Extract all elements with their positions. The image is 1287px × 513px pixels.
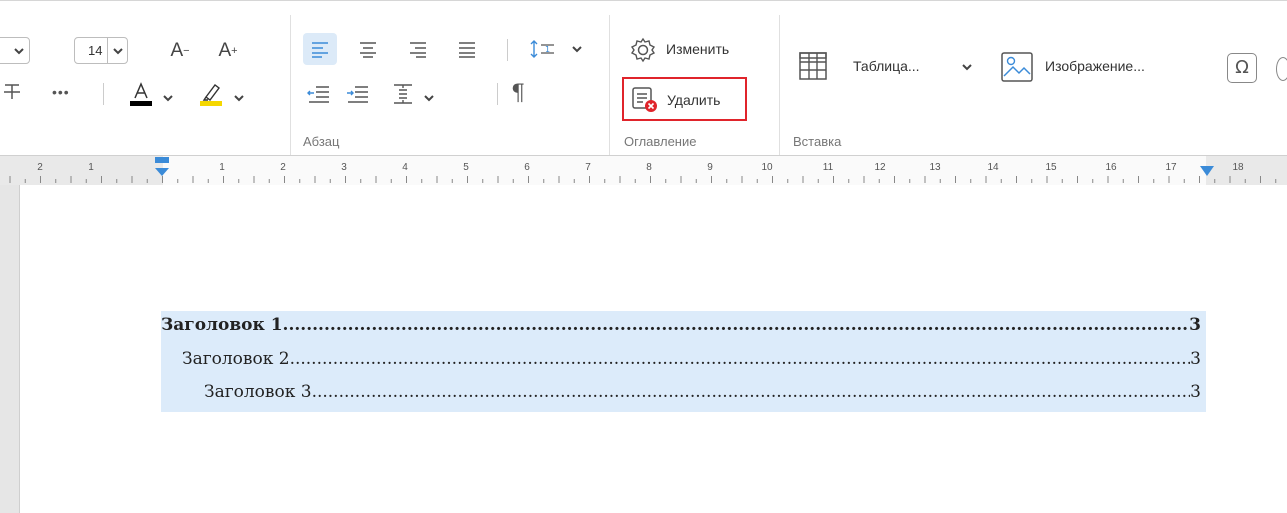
- right-indent-marker-icon[interactable]: [1198, 164, 1216, 178]
- horizontal-ruler[interactable]: 2 1 1 2 3 4 5 6 7 8 9 10 11 12 13 14 15 …: [0, 155, 1287, 186]
- table-icon[interactable]: [797, 50, 829, 82]
- ruler-number: 3: [341, 162, 347, 173]
- delete-toc-button[interactable]: Удалить: [667, 92, 720, 108]
- font-size-value: 14: [88, 43, 103, 58]
- ruler-number: 6: [524, 162, 530, 173]
- image-icon[interactable]: [999, 50, 1035, 84]
- chevron-down-icon[interactable]: [571, 43, 583, 55]
- divider: [103, 83, 104, 105]
- ruler-number: 18: [1232, 162, 1244, 173]
- toc-leader: [312, 382, 1191, 402]
- ruler-number: 12: [874, 162, 886, 173]
- highlight-icon[interactable]: [197, 79, 225, 109]
- align-left-icon: [312, 42, 328, 58]
- ruler-number: 1: [219, 162, 225, 173]
- chevron-down-icon: [14, 48, 24, 55]
- group-label-paragraph: Абзац: [303, 134, 340, 149]
- chevron-down-icon[interactable]: [162, 92, 174, 104]
- chevron-down-icon[interactable]: [423, 92, 435, 104]
- ribbon-toolbar: 14 A − A + ••• 1 ¶ Абзац Изменить Удалить …: [0, 0, 1287, 155]
- ruler-number: 15: [1045, 162, 1057, 173]
- delete-toc-icon[interactable]: [630, 85, 660, 113]
- group-separator: [779, 15, 780, 155]
- indent-marker-icon[interactable]: [151, 156, 173, 184]
- toc-leader: [290, 349, 1191, 369]
- toc-entry-title: Заголовок 2: [182, 349, 290, 369]
- toc-entry-1[interactable]: Заголовок 1 3: [161, 315, 1201, 335]
- insert-table-button[interactable]: Таблица...: [853, 58, 920, 74]
- paragraph-spacing-icon[interactable]: [391, 82, 415, 106]
- more-icon[interactable]: •••: [52, 84, 70, 100]
- ruler-number: 5: [463, 162, 469, 173]
- strikethrough-icon[interactable]: [2, 81, 22, 103]
- group-separator: [609, 15, 610, 155]
- toc-entry-3[interactable]: Заголовок 3 3: [204, 382, 1201, 402]
- decrease-indent-icon[interactable]: [307, 84, 331, 104]
- toc-entry-page: 3: [1190, 382, 1201, 402]
- decrease-font-icon[interactable]: A −: [164, 37, 196, 65]
- font-color-icon[interactable]: [127, 79, 155, 109]
- ruler-number: 16: [1105, 162, 1117, 173]
- align-left-button[interactable]: [303, 33, 337, 65]
- font-name-dropdown[interactable]: [0, 37, 30, 64]
- ruler-number: 7: [585, 162, 591, 173]
- chevron-down-icon[interactable]: [233, 92, 245, 104]
- align-center-icon[interactable]: [358, 40, 378, 58]
- ruler-number: 14: [987, 162, 999, 173]
- align-right-icon[interactable]: [408, 40, 428, 58]
- more-insert-icon[interactable]: [1276, 57, 1287, 81]
- group-label-insert: Вставка: [793, 134, 842, 149]
- insert-image-button[interactable]: Изображение...: [1045, 58, 1145, 74]
- table-of-contents[interactable]: Заголовок 1 3 Заголовок 2 3 Заголовок 3 …: [161, 311, 1206, 412]
- increase-indent-icon[interactable]: [346, 84, 370, 104]
- toc-entry-title: Заголовок 1: [161, 315, 283, 335]
- divider: [497, 83, 498, 105]
- group-separator: [290, 15, 291, 155]
- ruler-number: 4: [402, 162, 408, 173]
- gear-icon: [630, 37, 656, 63]
- ruler-number: 10: [761, 162, 773, 173]
- line-spacing-icon[interactable]: 1: [528, 37, 558, 61]
- toc-entry-2[interactable]: Заголовок 2 3: [182, 349, 1201, 369]
- ruler-number: 17: [1165, 162, 1177, 173]
- ruler-number: 2: [280, 162, 286, 173]
- toc-leader: [283, 315, 1190, 335]
- chevron-down-icon: [113, 48, 123, 55]
- divider: [107, 38, 108, 63]
- edit-toc-button[interactable]: Изменить: [666, 41, 729, 57]
- toc-entry-page: 3: [1189, 315, 1201, 335]
- toc-entry-page: 3: [1190, 349, 1201, 369]
- ruler-number: 2: [37, 162, 43, 173]
- chevron-down-icon[interactable]: [961, 61, 973, 73]
- align-justify-icon[interactable]: [457, 40, 477, 58]
- ruler-number: 9: [707, 162, 713, 173]
- toc-entry-title: Заголовок 3: [204, 382, 312, 402]
- ruler-number: 1: [88, 162, 94, 173]
- ruler-number: 11: [822, 162, 834, 173]
- symbol-icon[interactable]: Ω: [1227, 53, 1257, 83]
- divider: [507, 39, 508, 61]
- ruler-number: 8: [646, 162, 652, 173]
- group-label-toc: Оглавление: [624, 134, 697, 149]
- formatting-marks-icon[interactable]: ¶: [511, 81, 525, 106]
- increase-font-icon[interactable]: A +: [212, 37, 244, 65]
- ruler-number: 13: [929, 162, 941, 173]
- svg-text:1: 1: [545, 45, 550, 54]
- font-size-dropdown[interactable]: 14: [74, 37, 128, 64]
